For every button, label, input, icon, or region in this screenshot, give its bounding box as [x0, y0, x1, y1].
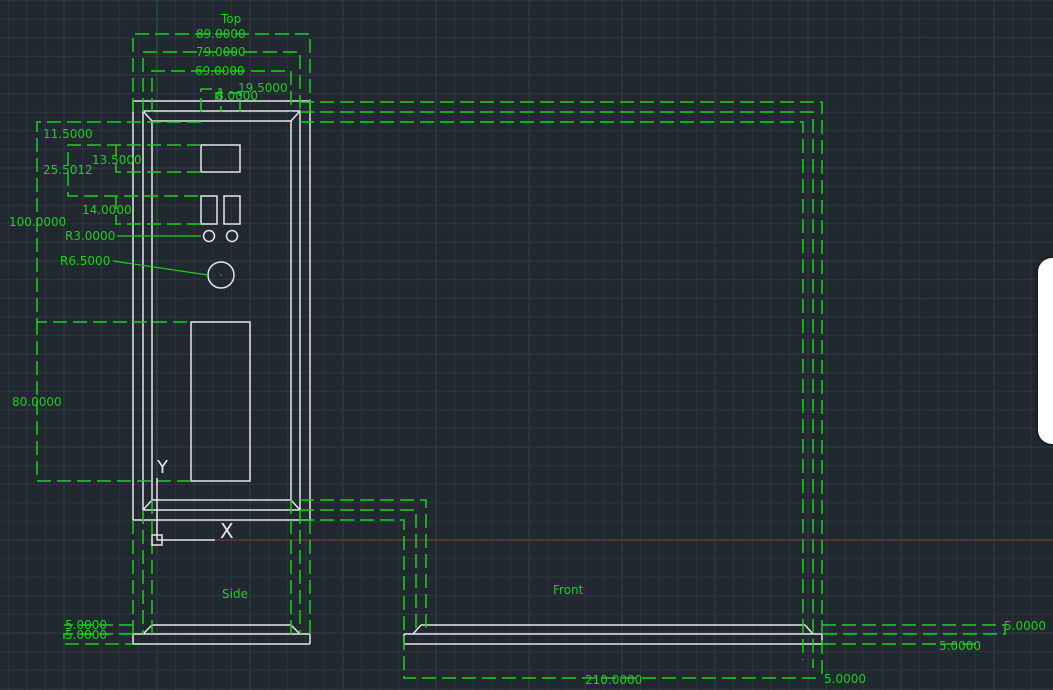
ucs-icon: [151, 478, 215, 546]
dim-79[interactable]: 79.0000: [196, 45, 246, 59]
grid: [0, 0, 1053, 690]
top-view-label: Top: [220, 12, 241, 26]
collapsed-side-panel[interactable]: [1038, 258, 1053, 444]
dim-210[interactable]: 210.0000: [585, 673, 642, 687]
top-button-left[interactable]: [200, 195, 218, 225]
dim-80[interactable]: 80.0000: [12, 395, 62, 409]
dim-r3[interactable]: R3.0000: [65, 229, 115, 243]
drawing-canvas[interactable]: X Y Top Side Front 89.0000 79.0000 69.00…: [0, 0, 1053, 690]
front-view-label: Front: [553, 583, 584, 597]
dim-25-5012[interactable]: 25.5012: [43, 163, 93, 177]
front-view[interactable]: [403, 624, 823, 645]
small-hole-right[interactable]: [225, 229, 239, 243]
dim-5-right-b[interactable]: 5.0000: [939, 639, 981, 653]
cad-viewport[interactable]: X Y Top Side Front 89.0000 79.0000 69.00…: [0, 0, 1053, 690]
dim-13-5[interactable]: 13.5000: [92, 153, 142, 167]
ucs-x-label: X: [220, 519, 234, 543]
ucs-y-label: Y: [156, 457, 169, 478]
side-view[interactable]: [132, 624, 311, 645]
dim-5-left-b[interactable]: 5.0000: [65, 628, 107, 642]
dim-5-right-a[interactable]: 5.0000: [1004, 619, 1046, 633]
top-window[interactable]: [190, 321, 251, 482]
dim-89[interactable]: 89.0000: [196, 27, 246, 41]
dim-14[interactable]: 14.0000: [82, 203, 132, 217]
dim-r6-5[interactable]: R6.5000: [60, 254, 110, 268]
top-button-right[interactable]: [223, 195, 241, 225]
dim-100[interactable]: 100.0000: [9, 215, 66, 229]
dim-11-5[interactable]: 11.5000: [43, 127, 93, 141]
dim-8[interactable]: 8.0000: [216, 89, 258, 103]
side-view-label: Side: [222, 587, 248, 601]
dim-69[interactable]: 69.0000: [195, 64, 245, 78]
center-mark: [220, 274, 222, 276]
dim-5-bottom[interactable]: 5.0000: [824, 672, 866, 686]
